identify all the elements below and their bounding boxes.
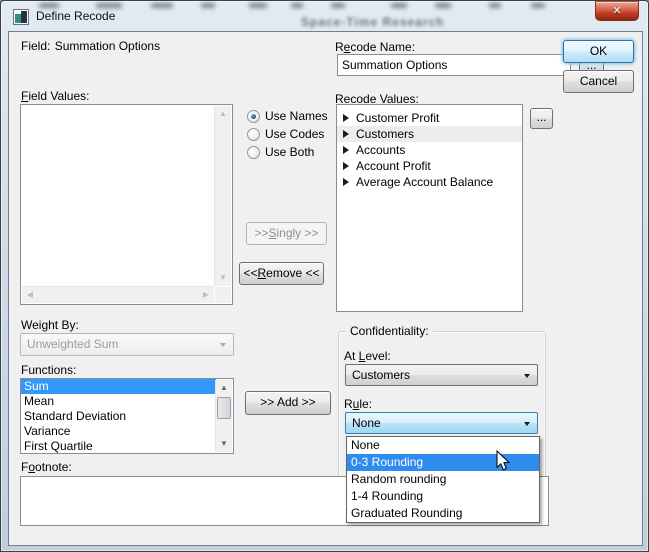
radio-use-codes[interactable] (247, 128, 260, 141)
field-info-label: Field: (21, 39, 50, 53)
field-values-list[interactable]: ▲ ▼ ◀ ▶ (20, 104, 233, 305)
chevron-down-icon (220, 343, 226, 347)
radio-label: Use Codes (265, 127, 324, 141)
recode-value-item[interactable]: Customers (337, 126, 522, 142)
recode-name-label: Recode Name: (335, 40, 415, 54)
field-info: Field: Summation Options (21, 39, 160, 53)
function-item[interactable]: Mean (21, 394, 216, 409)
background-smudge (435, 3, 451, 8)
at-level-label: At Level: (344, 349, 391, 363)
background-smudge (391, 3, 407, 8)
vertical-scrollbar[interactable]: ▲ ▼ (214, 106, 231, 286)
expand-arrow-icon (343, 146, 349, 154)
footnote-label: Footnote: (21, 460, 72, 474)
radio-row-use-codes[interactable]: Use Codes (247, 127, 324, 143)
function-item[interactable]: First Quartile (21, 439, 216, 454)
expand-arrow-icon (343, 130, 349, 138)
field-values-label: Field Values: (21, 89, 90, 103)
define-recode-dialog: Space-Time Research Define Recode ✕ Fiel… (0, 0, 649, 552)
rule-option[interactable]: Graduated Rounding (347, 505, 539, 522)
recode-value-item[interactable]: Account Profit (337, 158, 522, 174)
recode-value-item[interactable]: Customer Profit (337, 110, 522, 126)
confidentiality-label: Confidentiality: (346, 324, 433, 338)
radio-use-both[interactable] (247, 146, 260, 159)
rule-option[interactable]: 1-4 Rounding (347, 488, 539, 505)
scroll-up-icon[interactable]: ▲ (216, 380, 232, 396)
function-item[interactable]: Standard Deviation (21, 409, 216, 424)
add-button[interactable]: >> Add >> (245, 391, 331, 415)
cancel-button[interactable]: Cancel (563, 70, 634, 93)
function-item[interactable]: Variance (21, 424, 216, 439)
remove-button[interactable]: << Remove << (239, 262, 324, 285)
radio-label: Use Names (265, 109, 328, 123)
radio-row-use-both[interactable]: Use Both (247, 145, 314, 161)
radio-label: Use Both (265, 145, 314, 159)
radio-use-names[interactable] (247, 110, 260, 123)
scroll-down-icon[interactable]: ▼ (215, 270, 231, 286)
weight-by-label: Weight By: (21, 318, 79, 332)
background-watermark: Space-Time Research (301, 15, 445, 29)
chevron-down-icon (524, 374, 530, 378)
recode-name-input[interactable] (337, 54, 571, 76)
vertical-scrollbar[interactable]: ▲ ▼ (215, 380, 232, 452)
expand-arrow-icon (343, 178, 349, 186)
scrollbar-thumb[interactable] (217, 397, 231, 419)
recode-value-item[interactable]: Accounts (337, 142, 522, 158)
rule-combobox[interactable]: None (345, 412, 538, 434)
expand-arrow-icon (343, 114, 349, 122)
functions-label: Functions: (21, 363, 76, 377)
background-smudge (531, 3, 545, 8)
scroll-left-icon[interactable]: ◀ (22, 287, 38, 303)
background-smudge (201, 3, 215, 8)
scrollbar-corner (215, 287, 231, 303)
background-smudge (249, 3, 267, 8)
radio-row-use-names[interactable]: Use Names (247, 109, 328, 125)
background-smudge (291, 3, 303, 8)
recode-value-item[interactable]: Average Account Balance (337, 174, 522, 190)
app-icon (13, 9, 29, 25)
rule-option[interactable]: Random rounding (347, 471, 539, 488)
background-smudge (151, 3, 173, 8)
background-smudge (489, 3, 501, 8)
functions-list[interactable]: ▲ ▼ SumMeanStandard DeviationVarianceFir… (20, 378, 234, 454)
chevron-down-icon (524, 422, 530, 426)
field-info-value: Summation Options (55, 39, 160, 53)
recode-values-browse-button[interactable]: ... (530, 108, 553, 129)
horizontal-scrollbar[interactable]: ◀ ▶ (22, 286, 214, 303)
title-bar[interactable]: Space-Time Research Define Recode ✕ (1, 1, 648, 31)
scroll-up-icon[interactable]: ▲ (215, 106, 231, 122)
scroll-down-icon[interactable]: ▼ (216, 436, 232, 452)
background-smudge (331, 3, 345, 8)
ok-button[interactable]: OK (563, 40, 634, 63)
window-title: Define Recode (36, 9, 115, 23)
recode-values-list[interactable]: Customer Profit Customers Accounts Accou… (336, 104, 523, 312)
expand-arrow-icon (343, 162, 349, 170)
rule-label: Rule: (344, 397, 372, 411)
function-item[interactable]: Sum (21, 379, 216, 394)
close-icon: ✕ (612, 5, 621, 17)
background-smudge (39, 3, 59, 8)
at-level-combobox[interactable]: Customers (345, 364, 538, 386)
background-smudge (96, 3, 122, 8)
weight-by-combobox: Unweighted Sum (20, 333, 234, 356)
close-button[interactable]: ✕ (595, 1, 639, 21)
scroll-right-icon[interactable]: ▶ (198, 287, 214, 303)
mouse-cursor (496, 450, 511, 473)
singly-button: >> Singly >> (246, 222, 327, 245)
